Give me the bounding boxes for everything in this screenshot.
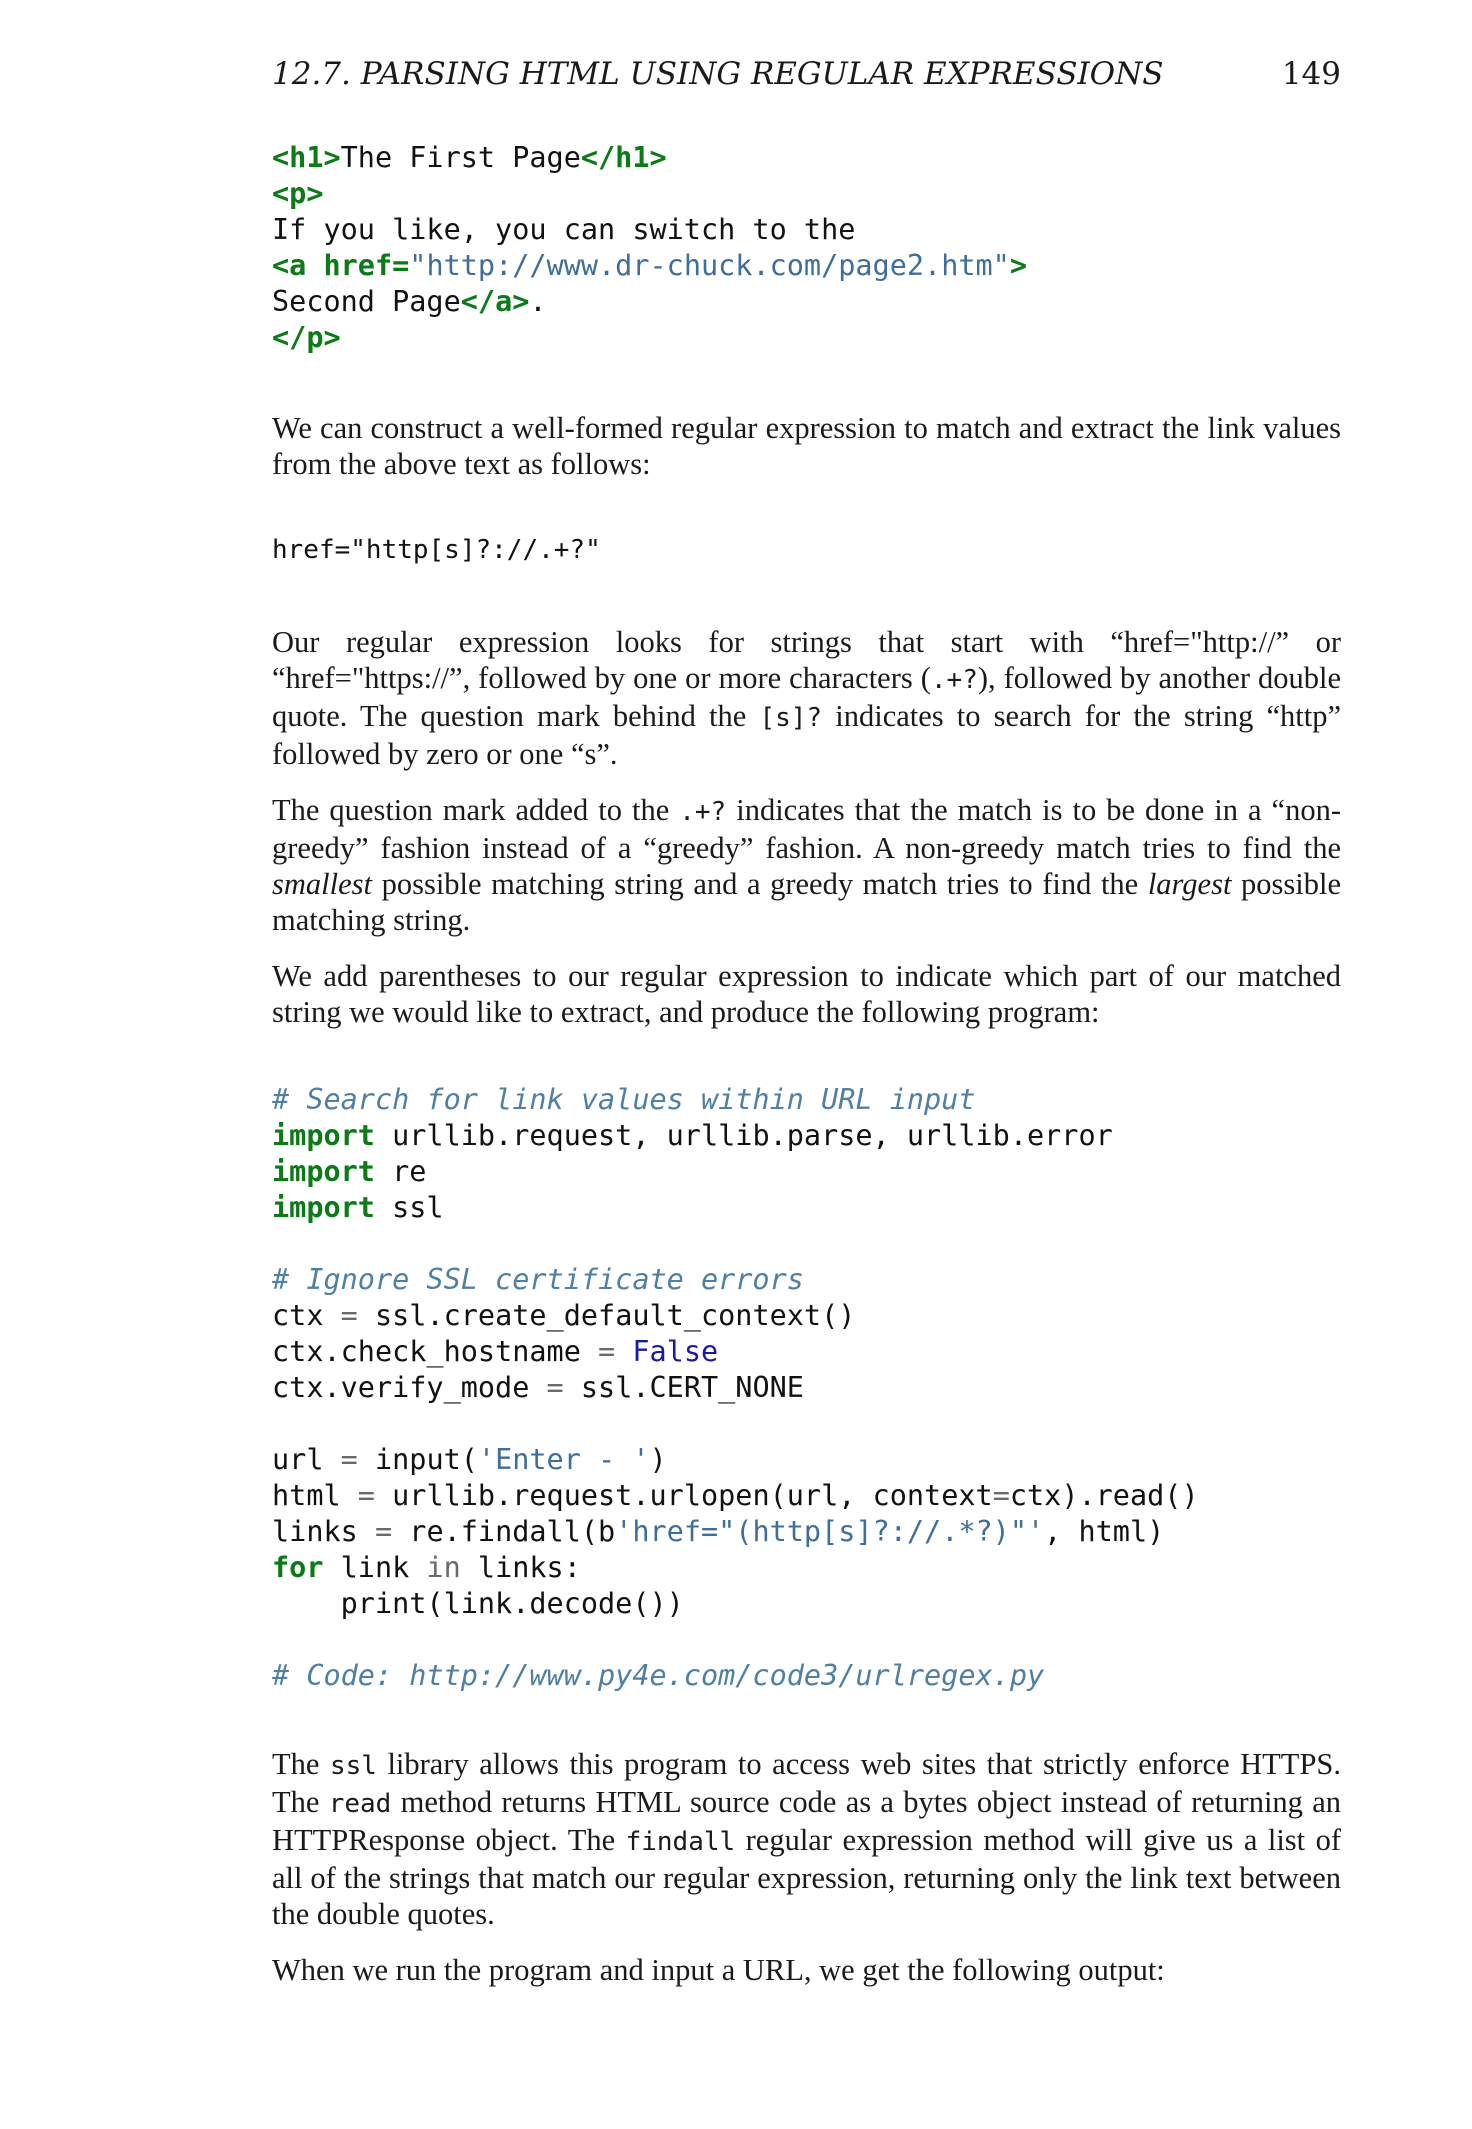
code-token: <a xyxy=(272,249,324,282)
code-keyword: for xyxy=(272,1551,324,1584)
running-header: 12.7. PARSING HTML USING REGULAR EXPRESS… xyxy=(272,52,1341,96)
code-token: The First Page xyxy=(340,141,581,174)
code-token: ssl.CERT_NONE xyxy=(563,1371,804,1404)
code-keyword: in xyxy=(426,1551,461,1584)
code-operator: = xyxy=(374,1515,393,1548)
emphasis: largest xyxy=(1147,867,1232,901)
code-token: url xyxy=(272,1443,341,1476)
code-token: link xyxy=(323,1551,427,1584)
html-example-block: <h1>The First Page</h1> <p> If you like,… xyxy=(272,140,1341,356)
inline-code: findall xyxy=(625,1827,736,1857)
code-token: </a> xyxy=(460,285,530,318)
program-listing: # Search for link values within URL inpu… xyxy=(272,1082,1341,1694)
code-operator: = xyxy=(992,1479,1010,1512)
code-token: ctx xyxy=(272,1299,341,1332)
code-token: ctx.verify_mode xyxy=(272,1371,547,1404)
paragraph-1: We can construct a well-formed regular e… xyxy=(272,411,1341,481)
code-token: If you like, you can switch to the xyxy=(272,213,856,246)
code-token: > xyxy=(1009,249,1027,282)
code-token: html xyxy=(272,1479,358,1512)
code-comment: # Search for link values within URL inpu… xyxy=(272,1083,976,1116)
page-content: <h1>The First Page</h1> <p> If you like,… xyxy=(272,140,1341,1988)
code-token: links xyxy=(272,1515,375,1548)
code-string: 'href="(http[s]?://.*?)"' xyxy=(615,1515,1045,1548)
code-token: print(link.decode()) xyxy=(272,1587,684,1620)
code-keyword: import xyxy=(272,1191,375,1224)
code-token: <p> xyxy=(272,177,324,210)
code-token: re.findall(b xyxy=(392,1515,616,1548)
code-operator: = xyxy=(340,1299,358,1332)
code-token: Second Page xyxy=(272,285,461,318)
code-operator: = xyxy=(546,1371,564,1404)
text-span: The question mark added to the xyxy=(272,793,680,827)
regex-line: href="http[s]?://.+?" xyxy=(272,535,601,565)
code-token: ssl xyxy=(374,1191,444,1224)
code-token: ssl.create_default_context() xyxy=(357,1299,856,1332)
code-token: </p> xyxy=(272,321,341,354)
inline-code: [s]? xyxy=(759,703,823,733)
text-span: The xyxy=(272,1747,330,1781)
text-span: possible matching string and a greedy ma… xyxy=(371,867,1148,901)
code-token: re xyxy=(374,1155,427,1188)
paragraph-3: The question mark added to the .+? indic… xyxy=(272,792,1341,938)
code-token: ctx).read() xyxy=(1009,1479,1199,1512)
book-page: 12.7. PARSING HTML USING REGULAR EXPRESS… xyxy=(0,0,1472,2129)
emphasis: smallest xyxy=(272,867,372,901)
section-title: 12.7. PARSING HTML USING REGULAR EXPRESS… xyxy=(272,56,1164,92)
code-operator: = xyxy=(598,1335,616,1368)
inline-code: ssl xyxy=(329,1751,377,1781)
code-comment: # Code: http://www.py4e.com/code3/urlreg… xyxy=(272,1659,1045,1692)
code-operator: = xyxy=(340,1443,358,1476)
code-operator: = xyxy=(357,1479,375,1512)
code-token: ctx.check_hostname xyxy=(272,1335,599,1368)
code-token: links: xyxy=(460,1551,581,1584)
code-token: urllib.request.urlopen(url, context xyxy=(374,1479,993,1512)
code-token: </h1> xyxy=(580,141,667,174)
paragraph-2: Our regular expression looks for strings… xyxy=(272,624,1341,772)
page-number: 149 xyxy=(1281,56,1341,92)
code-keyword: import xyxy=(272,1119,375,1152)
paragraph-6: When we run the program and input a URL,… xyxy=(272,1953,1165,1987)
inline-code: .+? xyxy=(930,665,978,695)
code-token: urllib.request, urllib.parse, urllib.err… xyxy=(374,1119,1113,1152)
code-token: href= xyxy=(323,249,410,282)
code-keyword: import xyxy=(272,1155,375,1188)
inline-code: .+? xyxy=(679,797,727,827)
code-token: . xyxy=(529,285,547,318)
code-constant: False xyxy=(632,1335,719,1368)
code-token: "http://www.dr-chuck.com/page2.htm" xyxy=(409,249,1010,282)
code-token: <h1> xyxy=(272,141,341,174)
paragraph-5: The ssl library allows this program to a… xyxy=(272,1746,1341,1932)
paragraph-4: We add parentheses to our regular expres… xyxy=(272,959,1341,1029)
code-string: 'Enter - ' xyxy=(477,1443,650,1476)
code-token: input( xyxy=(357,1443,478,1476)
code-comment: # Ignore SSL certificate errors xyxy=(272,1263,804,1296)
code-token: ) xyxy=(649,1443,667,1476)
code-token: , html) xyxy=(1044,1515,1165,1548)
inline-code: read xyxy=(328,1789,392,1819)
